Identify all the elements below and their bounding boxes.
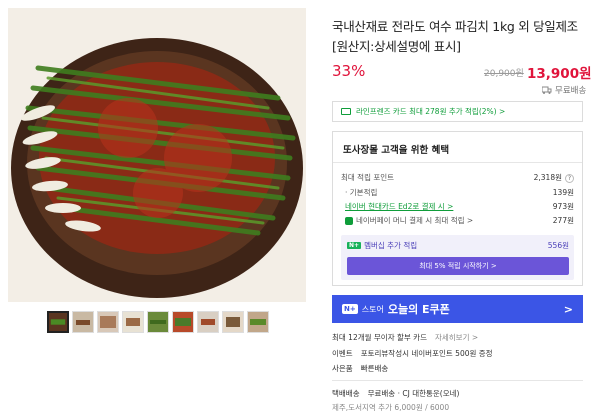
naverpay-icon xyxy=(345,217,353,225)
naver-money-row[interactable]: 네이버페이 머니 결제 시 최대 적립 > 277원 xyxy=(341,215,574,226)
card-promo-banner[interactable]: 라인프렌즈 카드 최대 278원 추가 적립(2%) > xyxy=(332,101,583,122)
thumbnail-2[interactable] xyxy=(72,311,94,333)
thumbnail-5[interactable] xyxy=(147,311,169,333)
naver-money-link[interactable]: 네이버페이 머니 결제 시 최대 적립 > xyxy=(356,216,473,225)
chevron-right-icon: > xyxy=(563,302,573,316)
coupon-main-text: 오늘의 E쿠폰 xyxy=(387,303,450,316)
question-mark-icon[interactable]: ? xyxy=(565,174,574,183)
thumbnail-1[interactable] xyxy=(47,311,69,333)
card-promo-text: 라인프렌즈 카드 최대 278원 추가 적립(2%) > xyxy=(356,107,506,116)
event-text: 포토리뷰작성시 네이버포인트 500원 증정 xyxy=(360,349,493,358)
max-points-value: 2,318원 xyxy=(533,173,562,182)
gift-text: 빠른배송 xyxy=(360,364,389,373)
naver-card-row[interactable]: 네이버 현대카드 Ed2로 결제 시 > 973원 xyxy=(341,201,574,212)
installment-label: 최대 12개월 무이자 할부 카드 xyxy=(332,333,427,342)
membership-value: 556원 xyxy=(547,241,569,250)
naver-plus-logo: N+ xyxy=(342,304,358,314)
thumbnail-8[interactable] xyxy=(222,311,244,333)
basic-points-value: 139원 xyxy=(552,188,574,197)
max-points-label: 최대 적립 포인트 xyxy=(341,173,395,182)
benefits-title: 또사장몰 고객을 위한 혜택 xyxy=(343,145,450,156)
thumbnail-strip xyxy=(47,311,269,333)
naver-money-value: 277원 xyxy=(552,216,574,225)
benefits-panel: 또사장몰 고객을 위한 혜택 최대 적립 포인트 2,318원? · 기본적립 … xyxy=(332,131,583,286)
naver-card-value: 973원 xyxy=(552,202,574,211)
thumbnail-3[interactable] xyxy=(97,311,119,333)
gift-row: 사은품 빠른배송 xyxy=(332,363,388,374)
divider xyxy=(333,162,582,163)
event-label: 이벤트 xyxy=(332,349,353,358)
shipping-chip-label: 무료배송 xyxy=(555,86,587,96)
gift-label: 사은품 xyxy=(332,364,353,373)
delivery-text: 무료배송 · CJ 대한통운(오네) xyxy=(367,389,460,398)
installment-row: 최대 12개월 무이자 할부 카드 자세히보기 > xyxy=(332,332,478,343)
delivery-row: 택배배송 무료배송 · CJ 대한통운(오네) xyxy=(332,388,459,399)
jeju-row: 제주,도서지역 추가 6,000원 / 6000 xyxy=(332,402,449,413)
jeju-shipping-text: 제주,도서지역 추가 6,000원 / 6000 xyxy=(332,403,450,412)
delivery-label: 택배배송 xyxy=(332,389,360,398)
product-title: 국내산재료 전라도 여수 파김치 1kg 외 당일제조 [원산지:상세설명에 표… xyxy=(332,19,578,54)
thumbnail-7[interactable] xyxy=(197,311,219,333)
shipping-chip: 무료배송 xyxy=(542,84,586,96)
installment-details-link[interactable]: 자세히보기 > xyxy=(435,332,478,343)
kimchi-photo xyxy=(8,8,306,302)
sale-price: 13,900원 xyxy=(527,66,592,82)
product-main-image[interactable] xyxy=(8,8,306,302)
max-points-row: 최대 적립 포인트 2,318원? xyxy=(341,172,574,183)
coupon-banner[interactable]: N+ 스토어 오늘의 E쿠폰 > xyxy=(332,295,583,323)
original-price: 20,900원 xyxy=(484,69,524,79)
divider xyxy=(332,380,583,381)
basic-points-row: · 기본적립 139원 xyxy=(341,187,574,198)
membership-label: 멤버십 추가 적립 xyxy=(364,241,418,250)
coupon-prefix: 스토어 xyxy=(361,304,384,314)
thumbnail-6[interactable] xyxy=(172,311,194,333)
membership-badge: N+ xyxy=(347,242,362,249)
card-icon xyxy=(341,108,351,115)
discount-rate: 33% xyxy=(332,62,366,80)
basic-points-label: · 기본적립 xyxy=(345,188,378,197)
membership-start-button[interactable]: 최대 5% 적립 시작하기 > xyxy=(347,257,569,275)
membership-section: N+ 멤버십 추가 적립 556원 최대 5% 적립 시작하기 > xyxy=(341,235,574,280)
thumbnail-4[interactable] xyxy=(122,311,144,333)
truck-icon xyxy=(542,86,552,94)
naver-card-link[interactable]: 네이버 현대카드 Ed2로 결제 시 > xyxy=(341,201,453,212)
event-row: 이벤트 포토리뷰작성시 네이버포인트 500원 증정 xyxy=(332,348,493,359)
thumbnail-9[interactable] xyxy=(247,311,269,333)
